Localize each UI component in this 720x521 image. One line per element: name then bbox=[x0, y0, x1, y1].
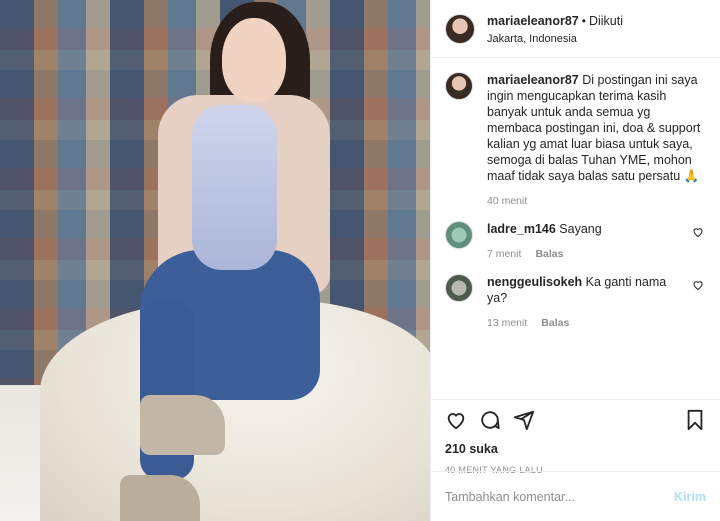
comment-item: nenggeulisokeh Ka ganti nama ya? 13 meni… bbox=[445, 274, 706, 331]
heart-icon bbox=[693, 281, 703, 291]
author-avatar[interactable] bbox=[445, 13, 475, 44]
reply-button[interactable]: Balas bbox=[535, 246, 563, 262]
author-username[interactable]: mariaeleanor87 bbox=[487, 14, 579, 28]
heart-icon bbox=[447, 412, 465, 429]
post-header: mariaeleanor87 • Diikuti Jakarta, Indonesi… bbox=[431, 0, 720, 58]
heart-icon bbox=[693, 228, 703, 238]
comment-username[interactable]: ladre_m146 bbox=[487, 222, 556, 236]
comment-text: Sayang bbox=[559, 222, 602, 236]
send-comment-button[interactable]: Kirim bbox=[674, 490, 706, 504]
caption-time[interactable]: 40 menit bbox=[487, 193, 527, 209]
comment-username[interactable]: nenggeulisokeh bbox=[487, 275, 582, 289]
share-icon bbox=[513, 410, 535, 430]
comment-time[interactable]: 13 menit bbox=[487, 315, 527, 331]
add-comment-bar: Kirim bbox=[431, 471, 720, 521]
caption-username[interactable]: mariaeleanor87 bbox=[487, 73, 579, 87]
instagram-post: mariaeleanor87 • Diikuti Jakarta, Indonesi… bbox=[0, 0, 720, 521]
action-bar: 210 suka 40 MENIT YANG LALU bbox=[431, 399, 720, 475]
share-button[interactable] bbox=[513, 409, 535, 436]
bookmark-icon bbox=[687, 409, 703, 430]
caption-avatar[interactable] bbox=[445, 72, 473, 100]
post-location[interactable]: Jakarta, Indonesia bbox=[487, 33, 623, 46]
comments-list: mariaeleanor87 Di postingan ini saya ing… bbox=[431, 58, 720, 399]
comment-item: ladre_m146 Sayang 7 menit Balas bbox=[445, 221, 706, 262]
commenter-avatar[interactable] bbox=[445, 221, 473, 249]
comment-time[interactable]: 7 menit bbox=[487, 246, 521, 262]
save-button[interactable] bbox=[684, 409, 706, 436]
like-comment-button[interactable] bbox=[692, 221, 706, 262]
follow-status[interactable]: Diikuti bbox=[589, 14, 623, 28]
likes-count[interactable]: 210 suka bbox=[445, 442, 706, 456]
reply-button[interactable]: Balas bbox=[541, 315, 569, 331]
post-side-panel: mariaeleanor87 • Diikuti Jakarta, Indonesi… bbox=[430, 0, 720, 521]
post-photo[interactable] bbox=[0, 0, 430, 521]
like-button[interactable] bbox=[445, 409, 467, 436]
commenter-avatar[interactable] bbox=[445, 274, 473, 302]
comment-icon bbox=[481, 410, 500, 429]
caption-text: Di postingan ini saya ingin mengucapkan … bbox=[487, 73, 701, 183]
comment-input[interactable] bbox=[445, 489, 675, 504]
like-comment-button[interactable] bbox=[692, 274, 706, 331]
caption: mariaeleanor87 Di postingan ini saya ing… bbox=[445, 72, 706, 209]
comment-button[interactable] bbox=[479, 409, 501, 436]
